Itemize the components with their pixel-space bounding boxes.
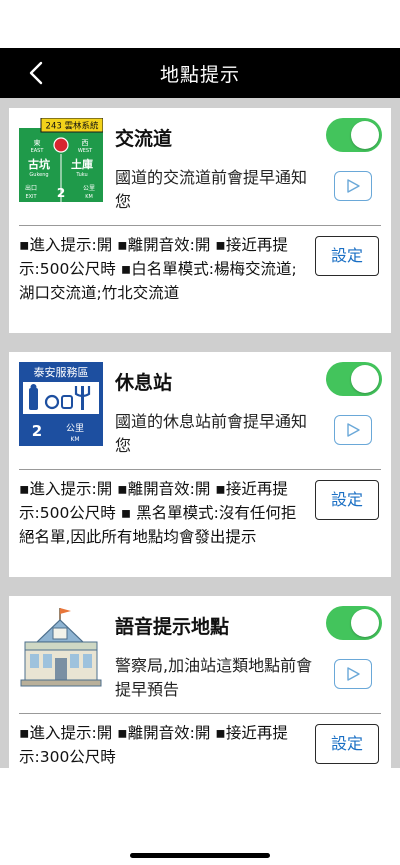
reminder-card-interchange: 243 雲林系統 東 EAST 西 WEST 古坑 Gukeng 土庫 Tuku… [9, 108, 391, 333]
card-title: 語音提示地點 [115, 616, 230, 638]
enable-toggle[interactable] [326, 606, 382, 640]
card-title: 休息站 [115, 372, 173, 394]
sign-unit-en: KM [85, 194, 93, 200]
sign-west-cn: 西 [82, 139, 89, 147]
settings-button[interactable]: 設定 [315, 724, 379, 764]
sign-west-en: WEST [78, 148, 93, 154]
sign-route: 243 雲林系統 [46, 121, 99, 132]
play-preview-button[interactable] [334, 415, 372, 445]
settings-button[interactable]: 設定 [315, 236, 379, 276]
toggle-knob [351, 365, 379, 393]
play-icon [347, 423, 360, 437]
bottom-safe-area [0, 768, 400, 865]
sign-rest-name: 泰安服務區 [34, 365, 89, 379]
sign-east-cn: 東 [34, 138, 41, 147]
sign-distance: 2 [57, 186, 65, 200]
toggle-knob [351, 121, 379, 149]
reminder-card-voice-locations: 語音提示地點 警察局,加油站這類地點前會提早預告 ▪進入提示:開 ▪離開音效:開… [9, 596, 391, 768]
card-title: 交流道 [115, 128, 173, 150]
divider [19, 713, 381, 714]
sign-exit-en: EXIT [25, 194, 37, 200]
sign-left-name: 古坑 [28, 157, 50, 171]
reminder-card-rest-area: 泰安服務區 2 公里 KM 休息站 國道的休息站前會提早通知您 ▪進入提示:開 … [9, 352, 391, 577]
sign-rest-unit-cn: 公里 [66, 423, 84, 434]
sign-unit-cn: 公里 [83, 185, 95, 192]
building-icon [19, 606, 103, 690]
sign-right-en: Tuku [75, 172, 87, 178]
sign-left-en: Gukeng [29, 172, 48, 178]
enable-toggle[interactable] [326, 362, 382, 396]
sign-east-en: EAST [31, 148, 45, 154]
card-description: 國道的休息站前會提早通知您 [115, 412, 308, 455]
card-description: 國道的交流道前會提早通知您 [115, 168, 308, 211]
play-preview-button[interactable] [334, 171, 372, 201]
sign-exit-label: 出口 [25, 184, 37, 192]
status-bar [0, 0, 400, 48]
toggle-knob [351, 609, 379, 637]
enable-toggle[interactable] [326, 118, 382, 152]
play-preview-button[interactable] [334, 659, 372, 689]
divider [19, 225, 381, 226]
divider [19, 469, 381, 470]
settings-summary: ▪進入提示:開 ▪離開音效:開 ▪接近再提示:500公尺時 ▪白名單模式:楊梅交… [19, 236, 297, 302]
reminder-list[interactable]: 243 雲林系統 東 EAST 西 WEST 古坑 Gukeng 土庫 Tuku… [0, 98, 400, 768]
navigation-bar: 地點提示 [0, 48, 400, 98]
play-icon [347, 179, 360, 193]
settings-button[interactable]: 設定 [315, 480, 379, 520]
settings-summary: ▪進入提示:開 ▪離開音效:開 ▪接近再提示:300公尺時 [19, 724, 288, 766]
card-description: 警察局,加油站這類地點前會提早預告 [115, 656, 313, 699]
home-indicator[interactable] [130, 853, 270, 858]
rest-area-sign-icon: 泰安服務區 2 公里 KM [19, 362, 103, 446]
sign-rest-distance: 2 [32, 422, 42, 440]
settings-summary: ▪進入提示:開 ▪離開音效:開 ▪接近再提示:500公尺時 ▪ 黑名單模式:沒有… [19, 480, 297, 546]
interchange-sign-icon: 243 雲林系統 東 EAST 西 WEST 古坑 Gukeng 土庫 Tuku… [19, 117, 104, 202]
play-icon [347, 667, 360, 681]
page-title: 地點提示 [159, 64, 240, 86]
sign-right-name: 土庫 [71, 157, 93, 171]
sign-rest-unit-en: KM [70, 436, 79, 443]
